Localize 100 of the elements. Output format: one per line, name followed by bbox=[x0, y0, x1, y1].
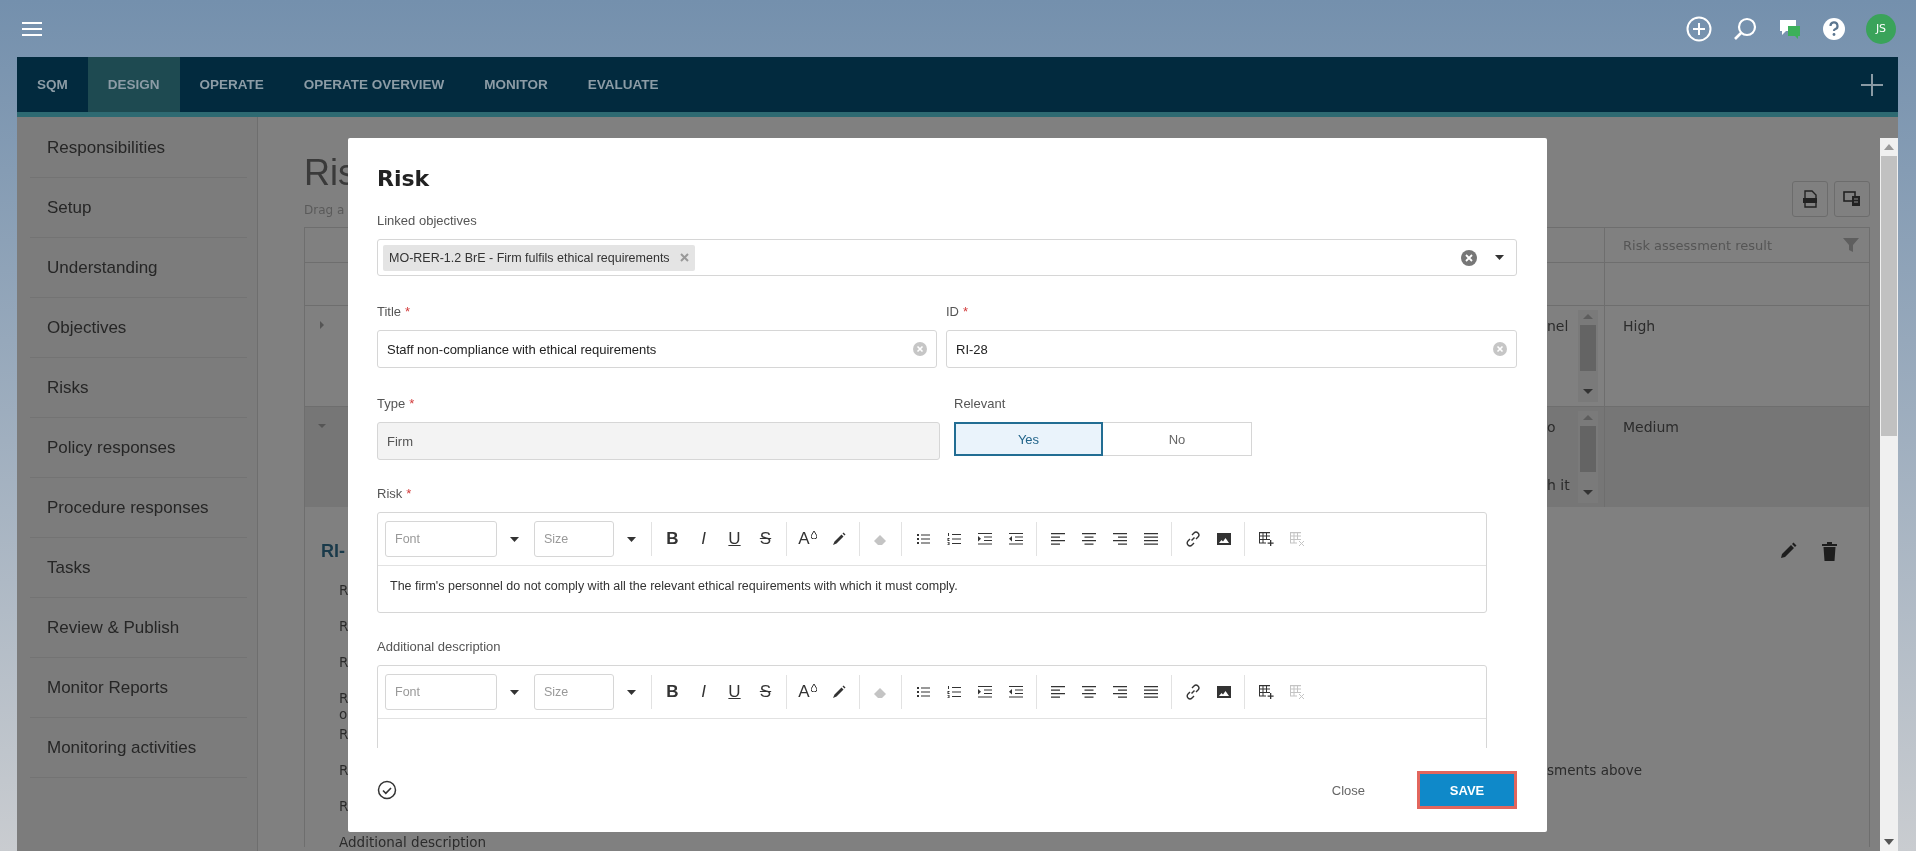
scrollbar[interactable] bbox=[1578, 310, 1598, 402]
sidebar-item[interactable]: Risks bbox=[30, 358, 247, 418]
caret-icon[interactable] bbox=[627, 536, 636, 542]
table-cell: High bbox=[1623, 318, 1656, 334]
numbered-list-icon bbox=[945, 531, 962, 547]
required-mark: * bbox=[963, 304, 969, 319]
add-icon[interactable] bbox=[1860, 72, 1884, 97]
bold-button[interactable]: B bbox=[657, 677, 688, 707]
table-cell-text: h it bbox=[1547, 477, 1571, 493]
layout-button[interactable] bbox=[1834, 181, 1870, 217]
clear-icon[interactable] bbox=[1461, 249, 1477, 266]
image-icon bbox=[1215, 684, 1232, 700]
bullet-list-icon bbox=[914, 531, 931, 547]
detail-text: sments above bbox=[1547, 762, 1643, 778]
underline-button[interactable]: U bbox=[719, 677, 750, 707]
sidebar-item[interactable]: Review & Publish bbox=[30, 598, 247, 658]
nav-tab[interactable]: MONITOR bbox=[464, 57, 568, 112]
chat-icon[interactable] bbox=[1778, 17, 1802, 40]
detail-heading: RI- bbox=[321, 541, 345, 562]
size-select[interactable]: Size bbox=[534, 674, 614, 710]
caret-icon[interactable] bbox=[1495, 255, 1504, 260]
scroll-down-icon[interactable] bbox=[1884, 839, 1894, 845]
sidebar-item[interactable]: Policy responses bbox=[30, 418, 247, 478]
strike-button[interactable]: S bbox=[750, 524, 781, 554]
export-button[interactable] bbox=[1792, 181, 1828, 217]
detail-text: R bbox=[339, 798, 349, 814]
highlighter-icon bbox=[830, 684, 847, 700]
id-field[interactable]: RI-28 bbox=[946, 330, 1517, 368]
italic-button[interactable]: I bbox=[688, 677, 719, 707]
field-label: Linked objectives bbox=[377, 213, 478, 230]
title-field[interactable]: Staff non-compliance with ethical requirements bbox=[377, 330, 937, 368]
align-center-icon bbox=[1080, 684, 1097, 700]
align-left-icon bbox=[1049, 531, 1066, 547]
detail-text: Additional description bbox=[339, 834, 487, 850]
sidebar-item[interactable]: Tasks bbox=[30, 538, 247, 598]
scrollbar[interactable] bbox=[1578, 411, 1598, 503]
dialog-title: Risk bbox=[377, 165, 431, 193]
font-select[interactable]: Font bbox=[385, 674, 497, 710]
nav-tab[interactable]: EVALUATE bbox=[567, 57, 679, 112]
detail-text: R bbox=[339, 618, 349, 634]
detail-text: R bbox=[339, 726, 349, 742]
sidebar-item[interactable]: Setup bbox=[30, 178, 247, 238]
search-icon[interactable] bbox=[1732, 15, 1758, 42]
image-icon bbox=[1215, 531, 1232, 547]
detail-text: R bbox=[339, 690, 349, 706]
underline-button[interactable]: U bbox=[719, 524, 750, 554]
link-icon bbox=[1184, 531, 1201, 547]
textcolor-button[interactable]: A bbox=[792, 677, 823, 707]
strike-button[interactable]: S bbox=[750, 677, 781, 707]
outdent-icon bbox=[1007, 684, 1024, 700]
indent-icon bbox=[976, 684, 993, 700]
highlighter-icon bbox=[830, 531, 847, 547]
caret-icon[interactable] bbox=[510, 689, 519, 695]
table-add-icon bbox=[1257, 531, 1274, 547]
required-mark: * bbox=[409, 396, 415, 411]
field-label: Relevant bbox=[953, 396, 1007, 413]
close-button[interactable]: Close bbox=[1325, 781, 1371, 799]
relevant-option[interactable]: No bbox=[1103, 422, 1252, 456]
objectives-select[interactable]: MO-RER-1.2 BrE - Firm fulfils ethical requirements bbox=[377, 239, 1517, 276]
bold-button[interactable]: B bbox=[657, 524, 688, 554]
sidebar-item[interactable]: Procedure responses bbox=[30, 478, 247, 538]
columns-icon bbox=[1843, 191, 1861, 207]
caret-icon[interactable] bbox=[627, 689, 636, 695]
type-field: Firm bbox=[377, 422, 940, 460]
sidebar-item[interactable]: Monitoring activities bbox=[30, 718, 247, 778]
detail-text: R bbox=[339, 654, 349, 670]
check-circle-icon[interactable] bbox=[377, 780, 397, 800]
table-cell-text: nel bbox=[1547, 318, 1570, 334]
nav-tab[interactable]: SQM bbox=[17, 57, 88, 112]
edit-icon[interactable] bbox=[1779, 542, 1797, 560]
sidebar-item[interactable]: Objectives bbox=[30, 298, 247, 358]
sidebar-item[interactable]: Responsibilities bbox=[30, 118, 247, 178]
page-scrollbar[interactable] bbox=[1880, 138, 1898, 851]
detail-text: o bbox=[339, 706, 348, 722]
sidebar-item[interactable]: Understanding bbox=[30, 238, 247, 298]
textcolor-button[interactable]: A bbox=[792, 524, 823, 554]
align-left-icon bbox=[1049, 684, 1066, 700]
nav-tab[interactable]: OPERATE OVERVIEW bbox=[283, 57, 465, 112]
sidebar-item[interactable]: Monitor Reports bbox=[30, 658, 247, 718]
indent-icon bbox=[976, 531, 993, 547]
bullet-list-icon bbox=[914, 684, 931, 700]
field-label: Type * bbox=[377, 396, 416, 413]
nav-tab[interactable]: OPERATE bbox=[179, 57, 284, 112]
detail-text: R bbox=[339, 582, 349, 598]
editor-text: The firm's personnel do not comply with all the relevant ethical requirements with which it must comply. bbox=[390, 579, 958, 593]
italic-button[interactable]: I bbox=[688, 524, 719, 554]
tag-label: MO-RER-1.2 BrE - Firm fulfils ethical requirements bbox=[389, 250, 670, 265]
size-select[interactable]: Size bbox=[534, 521, 614, 557]
caret-icon[interactable] bbox=[510, 536, 519, 542]
user-avatar[interactable]: JS bbox=[1866, 13, 1896, 44]
font-select[interactable]: Font bbox=[385, 521, 497, 557]
align-justify-icon bbox=[1142, 684, 1159, 700]
delete-icon[interactable] bbox=[1822, 542, 1837, 561]
menu-icon[interactable] bbox=[22, 21, 42, 36]
help-icon[interactable] bbox=[1822, 16, 1846, 41]
relevant-option[interactable]: Yes bbox=[954, 422, 1103, 456]
table-add-icon bbox=[1257, 684, 1274, 700]
detail-text: R bbox=[339, 762, 349, 778]
nav-tab[interactable]: DESIGN bbox=[87, 57, 180, 112]
save-button[interactable]: SAVE bbox=[1417, 771, 1517, 809]
